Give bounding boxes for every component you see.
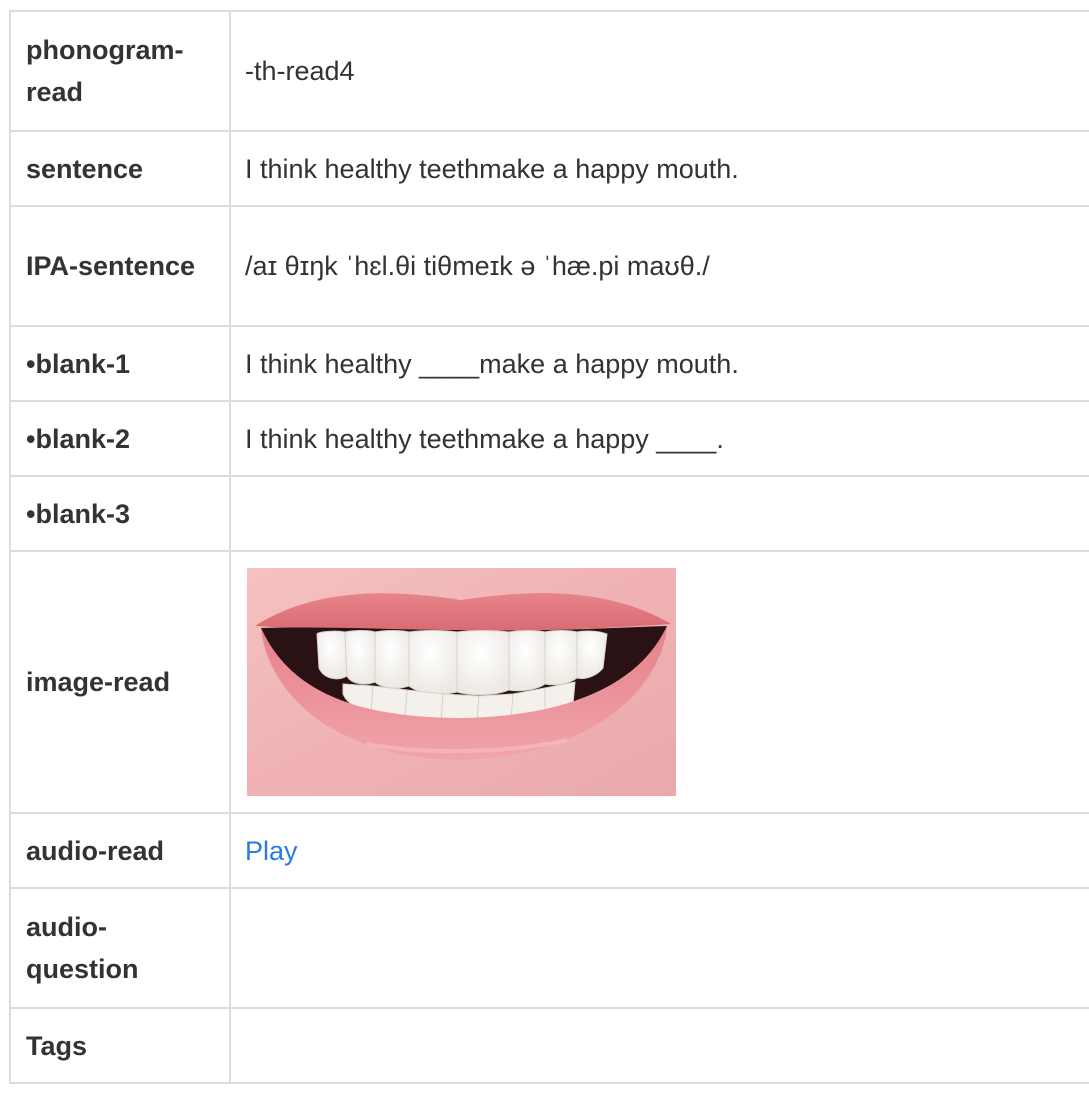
field-label: sentence: [9, 130, 231, 207]
field-row-blank-1: •blank-1 I think healthy ____make a happ…: [9, 325, 1089, 402]
field-label: •blank-2: [9, 400, 231, 477]
field-label: audio-question: [9, 887, 231, 1009]
field-value: -th-read4: [229, 10, 1089, 132]
field-label: Tags: [9, 1007, 231, 1084]
field-value: [229, 1007, 1089, 1084]
field-value: [229, 475, 1089, 552]
field-row-blank-2: •blank-2 I think healthy teethmake a hap…: [9, 400, 1089, 477]
field-label: •blank-1: [9, 325, 231, 402]
smiling-mouth-image: [247, 568, 676, 796]
field-label: phonogram-read: [9, 10, 231, 132]
field-value: I think healthy ____make a happy mouth.: [229, 325, 1089, 402]
field-row-audio-question: audio-question: [9, 887, 1089, 1009]
note-fields-table: phonogram-read -th-read4 sentence I thin…: [9, 10, 1089, 1084]
field-row-audio-read: audio-read Play: [9, 812, 1089, 889]
field-row-tags: Tags: [9, 1007, 1089, 1084]
field-label: •blank-3: [9, 475, 231, 552]
field-value: Play: [229, 812, 1089, 889]
field-row-ipa-sentence: IPA-sentence /aɪ θɪŋk ˈhɛl.θi tiθmeɪk ə …: [9, 205, 1089, 327]
field-row-phonogram-read: phonogram-read -th-read4: [9, 10, 1089, 132]
play-audio-link[interactable]: Play: [245, 836, 298, 866]
field-value: [229, 887, 1089, 1009]
field-row-sentence: sentence I think healthy teethmake a hap…: [9, 130, 1089, 207]
field-row-image-read: image-read: [9, 550, 1089, 814]
field-row-blank-3: •blank-3: [9, 475, 1089, 552]
field-value: I think healthy teethmake a happy ____.: [229, 400, 1089, 477]
field-value-image: [229, 550, 1089, 814]
field-label: image-read: [9, 550, 231, 814]
field-value: I think healthy teethmake a happy mouth.: [229, 130, 1089, 207]
field-value: /aɪ θɪŋk ˈhɛl.θi tiθmeɪk ə ˈhæ.pi maʊθ./: [229, 205, 1089, 327]
field-label: audio-read: [9, 812, 231, 889]
field-label: IPA-sentence: [9, 205, 231, 327]
